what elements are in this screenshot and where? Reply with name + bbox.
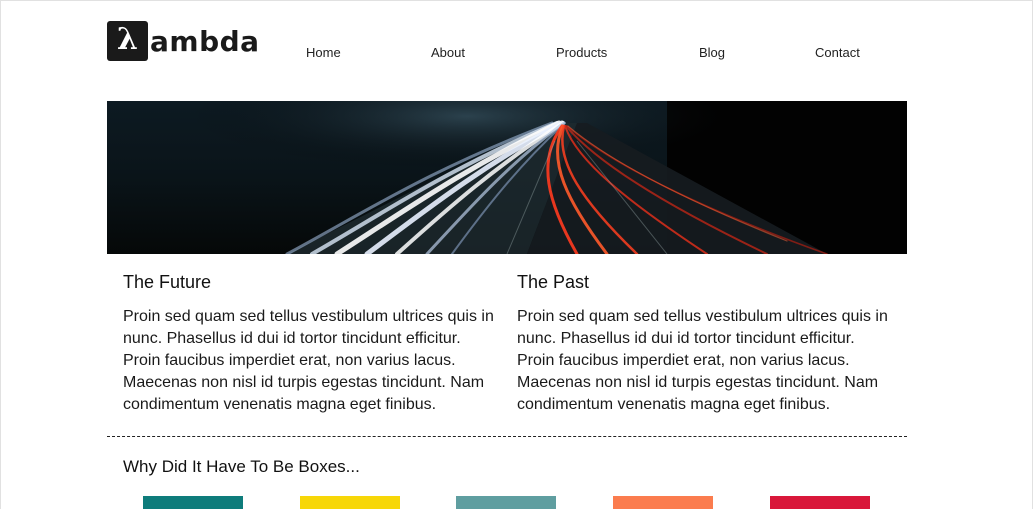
color-box-4 <box>613 496 713 509</box>
hero-image <box>107 101 907 254</box>
logo[interactable]: λ ambda <box>107 21 260 61</box>
nav-blog[interactable]: Blog <box>699 45 725 61</box>
lambda-logo-icon: λ <box>107 21 148 61</box>
column-title: The Future <box>123 272 212 292</box>
column-body: Proin sed quam sed tellus vestibulum ult… <box>517 308 888 413</box>
color-box-1 <box>143 496 243 509</box>
column-past: The Past Proin sed quam sed tellus vesti… <box>517 270 892 416</box>
logo-text: ambda <box>150 25 260 58</box>
nav-contact[interactable]: Contact <box>815 45 860 61</box>
column-future: The Future Proin sed quam sed tellus ves… <box>123 270 498 416</box>
color-box-5 <box>770 496 870 509</box>
nav-about[interactable]: About <box>431 45 465 61</box>
column-title: The Past <box>517 272 590 292</box>
color-box-3 <box>456 496 556 509</box>
dashed-divider <box>107 436 907 437</box>
color-box-2 <box>300 496 400 509</box>
nav-products[interactable]: Products <box>556 45 607 61</box>
boxes-heading: Why Did It Have To Be Boxes... <box>123 457 360 476</box>
column-body: Proin sed quam sed tellus vestibulum ult… <box>123 308 494 413</box>
page-frame <box>0 0 1033 509</box>
nav-home[interactable]: Home <box>306 45 341 61</box>
